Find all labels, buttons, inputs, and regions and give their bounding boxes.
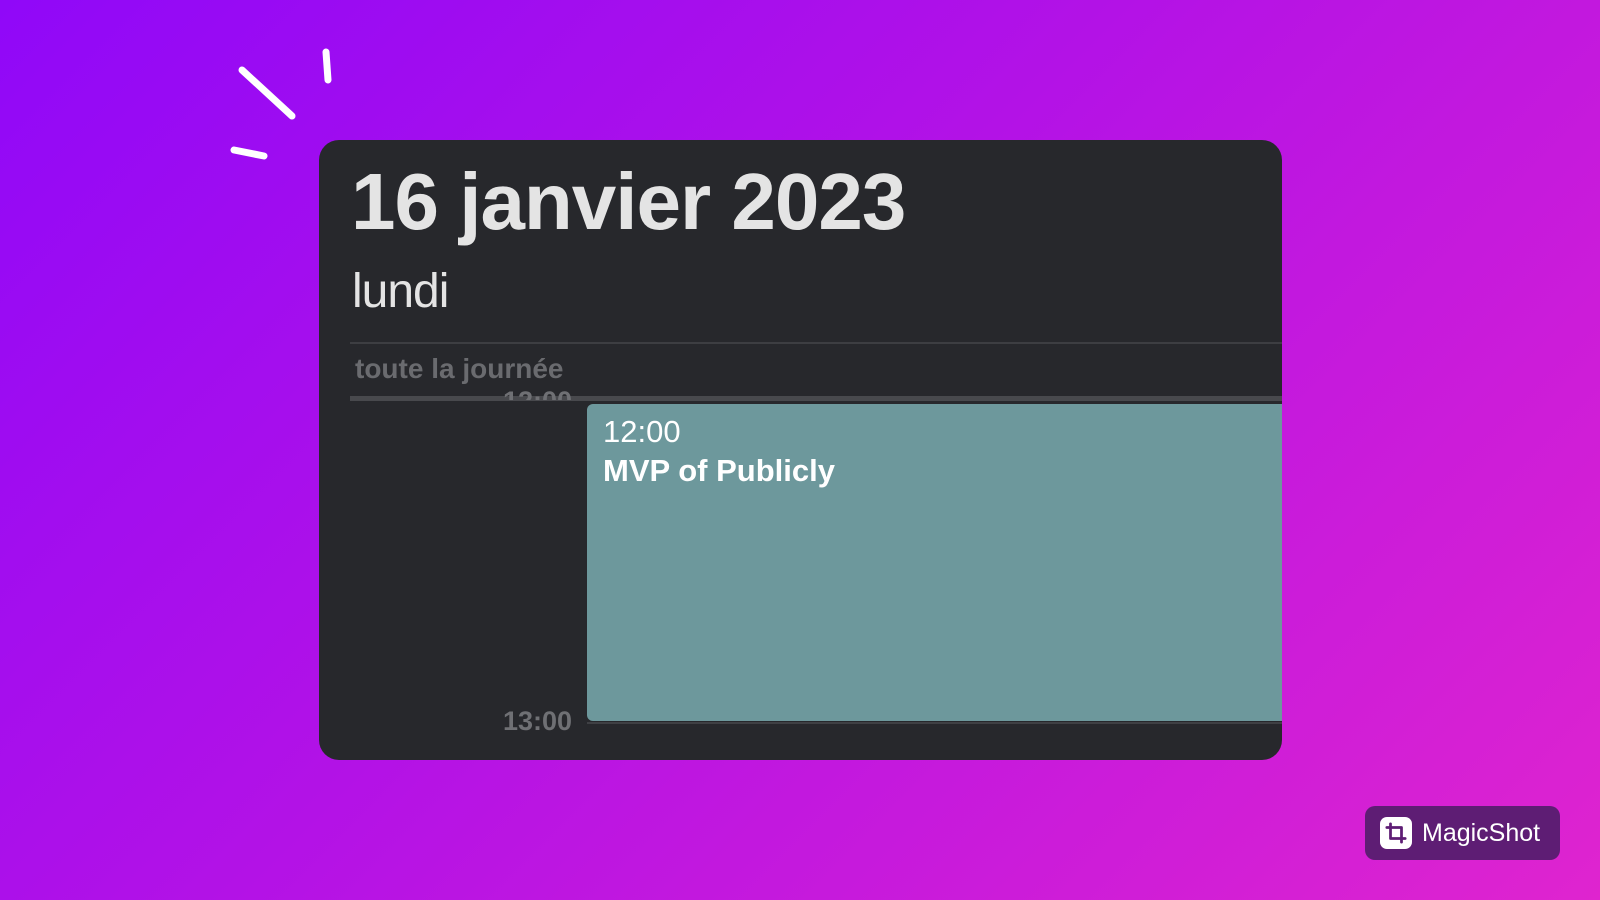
event-time: 12:00 [603, 414, 681, 449]
calendar-event[interactable]: 12:00 MVP of Publicly [587, 404, 1282, 721]
event-title: MVP of Publicly [603, 453, 835, 488]
hour-line-13 [587, 722, 1282, 724]
hour-label-12: 12:00 [503, 388, 572, 400]
magicshot-badge: MagicShot [1365, 806, 1560, 860]
crop-icon [1380, 817, 1412, 849]
brand-name: MagicShot [1422, 818, 1541, 847]
all-day-label: toute la journée [355, 353, 564, 384]
date-title: 16 janvier 2023 [351, 157, 906, 246]
calendar-day-view: 16 janvier 2023 lundi toute la journée 1… [319, 140, 1282, 760]
weekday-label: lundi [352, 265, 449, 318]
hour-label-13: 13:00 [502, 706, 572, 736]
header-divider [350, 342, 1282, 344]
all-day-divider [350, 396, 1282, 401]
